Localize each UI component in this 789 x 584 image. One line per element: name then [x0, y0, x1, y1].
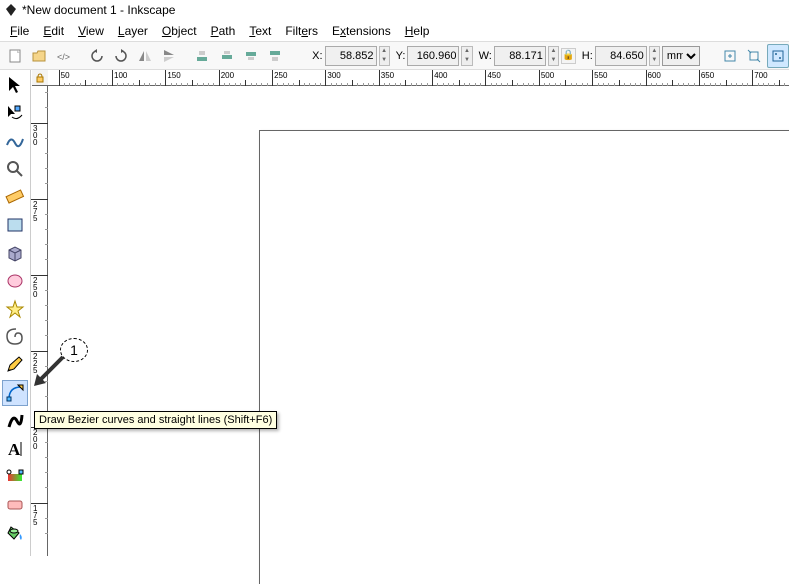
3dbox-tool[interactable]: [2, 240, 28, 266]
ruler-h-label: 700: [754, 71, 767, 80]
y-label: Y:: [396, 50, 406, 62]
rect-tool[interactable]: [2, 212, 28, 238]
menu-filters[interactable]: Filters: [279, 22, 324, 40]
main-toolbar: </> X: ▲▼ Y: ▲▼ W: ▲▼ 🔒 H: ▲▼ mm: [0, 42, 789, 70]
calligraphy-tool[interactable]: [2, 408, 28, 434]
ruler-horizontal: 50 100 150 200 250 300 350 400 450 500 550 600 650 70…: [48, 70, 789, 86]
selector-tool[interactable]: [2, 72, 28, 98]
ruler-lock-icon[interactable]: [32, 70, 48, 86]
h-spinner[interactable]: ▲▼: [649, 46, 660, 66]
ruler-h-label: 150: [167, 71, 180, 80]
ruler-vertical: 175200225250275300: [30, 70, 48, 556]
ruler-v-label: 175: [33, 505, 37, 526]
spiral-tool[interactable]: [2, 324, 28, 350]
canvas-area: 50 100 150 200 250 300 350 400 450 500 550 600 650 70…: [48, 70, 789, 556]
svg-text:</>: </>: [57, 52, 70, 62]
title-bar: *New document 1 - Inkscape: [0, 0, 789, 20]
w-input[interactable]: [494, 46, 546, 66]
raise-icon[interactable]: [240, 44, 262, 68]
toolbox: A: [0, 70, 30, 556]
zoom-tool[interactable]: [2, 156, 28, 182]
affect-scale-icon[interactable]: [743, 44, 765, 68]
menu-edit[interactable]: Edit: [37, 22, 70, 40]
affect-move-icon[interactable]: [719, 44, 741, 68]
ruler-h-label: 250: [274, 71, 287, 80]
open-icon[interactable]: [28, 44, 50, 68]
h-label: H:: [582, 50, 593, 62]
xml-icon[interactable]: </>: [52, 44, 74, 68]
ruler-h-label: 550: [594, 71, 607, 80]
h-input[interactable]: [595, 46, 647, 66]
ruler-h-label: 100: [114, 71, 127, 80]
ellipse-tool[interactable]: [2, 268, 28, 294]
page-boundary: [259, 130, 789, 584]
pencil-tool[interactable]: [2, 352, 28, 378]
dropper-tool[interactable]: [2, 492, 28, 518]
w-spinner[interactable]: ▲▼: [548, 46, 559, 66]
lower-icon[interactable]: [216, 44, 238, 68]
new-icon[interactable]: [4, 44, 26, 68]
menu-file[interactable]: File: [4, 22, 35, 40]
main-area: A 175200225250275300 5010015020025030035…: [0, 70, 789, 556]
window-title: *New document 1 - Inkscape: [22, 3, 175, 17]
flip-h-icon[interactable]: [134, 44, 156, 68]
menu-view[interactable]: View: [72, 22, 110, 40]
ruler-h-label: 650: [701, 71, 714, 80]
node-tool[interactable]: [2, 100, 28, 126]
ruler-h-label: 300: [327, 71, 340, 80]
menu-object[interactable]: Object: [156, 22, 203, 40]
ruler-v-label: 250: [33, 277, 37, 298]
menu-path[interactable]: Path: [205, 22, 242, 40]
tooltip: Draw Bezier curves and straight lines (S…: [34, 411, 277, 429]
ruler-v-label: 300: [33, 125, 37, 146]
svg-text:A: A: [8, 440, 21, 459]
ruler-h-label: 50: [61, 71, 70, 80]
canvas[interactable]: [48, 86, 789, 556]
w-label: W:: [479, 50, 492, 62]
ruler-h-label: 400: [434, 71, 447, 80]
menu-extensions[interactable]: Extensions: [326, 22, 397, 40]
app-icon: [4, 3, 18, 17]
gradient-tool[interactable]: [2, 464, 28, 490]
rotate-cw-icon[interactable]: [110, 44, 132, 68]
paint-bucket-tool[interactable]: [2, 520, 28, 546]
y-spinner[interactable]: ▲▼: [461, 46, 472, 66]
lock-aspect-icon[interactable]: 🔒: [561, 48, 576, 64]
ruler-h-label: 450: [487, 71, 500, 80]
flip-v-icon[interactable]: [158, 44, 180, 68]
unit-select[interactable]: mm: [662, 46, 700, 66]
lower-to-bottom-icon[interactable]: [191, 44, 213, 68]
x-input[interactable]: [325, 46, 377, 66]
sculpt-tool[interactable]: [2, 128, 28, 154]
ruler-v-label: 200: [33, 429, 37, 450]
annotation-arrow: [30, 352, 70, 392]
raise-to-top-icon[interactable]: [264, 44, 286, 68]
measure-tool[interactable]: [2, 184, 28, 210]
bezier-tool[interactable]: [2, 380, 28, 406]
star-tool[interactable]: [2, 296, 28, 322]
text-tool[interactable]: A: [2, 436, 28, 462]
y-input[interactable]: [407, 46, 459, 66]
rotate-ccw-icon[interactable]: [86, 44, 108, 68]
ruler-h-label: 350: [381, 71, 394, 80]
menu-text[interactable]: Text: [243, 22, 277, 40]
affect-pattern-icon[interactable]: [767, 44, 789, 68]
x-label: X:: [312, 50, 322, 62]
menu-layer[interactable]: Layer: [112, 22, 154, 40]
ruler-h-label: 200: [221, 71, 234, 80]
ruler-v-label: 275: [33, 201, 37, 222]
menu-bar: FileEditViewLayerObjectPathTextFiltersEx…: [0, 20, 789, 42]
ruler-h-label: 600: [648, 71, 661, 80]
x-spinner[interactable]: ▲▼: [379, 46, 390, 66]
ruler-h-label: 500: [541, 71, 554, 80]
menu-help[interactable]: Help: [399, 22, 436, 40]
